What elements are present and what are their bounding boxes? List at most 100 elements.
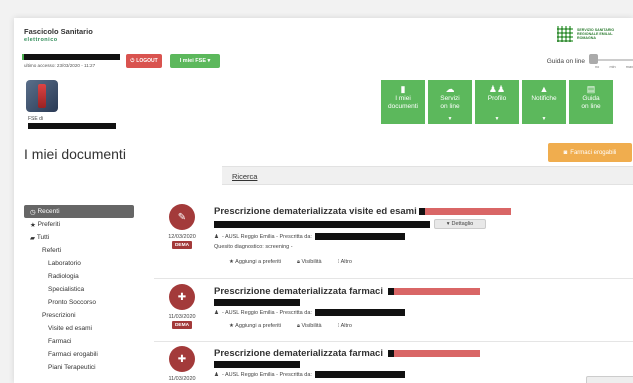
medkit-icon: ✚	[169, 346, 195, 372]
search-link[interactable]: Ricerca	[232, 172, 257, 181]
guida-slider-track	[593, 59, 633, 61]
caret-down-icon: ▼	[541, 116, 547, 122]
add-favorite-action[interactable]: ★ Aggiungi a preferiti	[229, 259, 281, 266]
clock-icon: ◷	[30, 208, 38, 216]
tile-label: on line	[581, 102, 601, 110]
document-meta-text: - AUSL Reggio Emilia - Prescritta da:	[221, 371, 312, 378]
syringe-icon: ✎	[169, 204, 195, 230]
action-label: Visibilità	[301, 323, 322, 329]
sidebar-item-laboratorio[interactable]: Laboratorio	[24, 257, 134, 270]
dema-badge: DEMA	[172, 241, 192, 249]
main-nav-tiles: ▮ I miei documenti ☁ Servizi on line ▼ ♟…	[381, 80, 613, 124]
partial-button[interactable]	[586, 376, 633, 383]
document-icon: ▮	[400, 84, 406, 94]
guida-tick: max	[625, 65, 633, 69]
document-title[interactable]: Prescrizione dematerializzata farmaci	[214, 286, 383, 297]
sidebar-item-preferiti[interactable]: ★ Preferiti	[24, 218, 134, 231]
tile-guida[interactable]: ▤ Guida on line	[569, 80, 613, 124]
document-item: ✚ 11/03/2020 Prescrizione dematerializza…	[154, 346, 633, 383]
document-meta-text: - AUSL Reggio Emilia - Prescritta da:	[221, 233, 312, 240]
document-code-redacted	[388, 350, 480, 357]
visibility-action[interactable]: 🔒︎ Visibilità	[297, 259, 322, 266]
dettaglio-label: Dettaglio	[451, 221, 474, 227]
avatar[interactable]	[26, 80, 58, 112]
document-title[interactable]: Prescrizione dematerializzata visite ed …	[214, 206, 417, 217]
document-separator	[154, 278, 633, 279]
user-icon: ♟	[214, 233, 219, 240]
sidebar-item-label: Recenti	[37, 208, 60, 215]
sidebar-item-label: Tutti	[36, 234, 50, 241]
document-date: 11/03/2020	[168, 376, 196, 382]
document-date: 11/03/2020	[168, 314, 196, 320]
action-label: Visibilità	[301, 259, 322, 265]
dettaglio-button[interactable]: ▾ Dettaglio	[434, 219, 486, 229]
medkit-icon: ✚	[169, 284, 195, 310]
document-separator	[154, 341, 633, 342]
brand-logo: Fascicolo Sanitario elettronico	[24, 27, 93, 43]
sidebar-item-label: Preferiti	[37, 221, 61, 228]
logout-button[interactable]: ⏻ LOGOUT	[126, 54, 162, 68]
prescriber-redacted	[314, 233, 405, 240]
sidebar-item-referti[interactable]: Referti	[24, 244, 134, 257]
bell-icon: ▲	[539, 84, 549, 94]
cloud-icon: ☁	[445, 84, 455, 94]
farmaci-erogabili-button[interactable]: ◙ Farmaci erogabili	[548, 143, 632, 162]
sidebar-item-prescrizioni[interactable]: Prescrizioni	[24, 309, 134, 322]
caret-down-icon: ▾	[446, 221, 450, 227]
guida-online-control: Guida on line no min max	[547, 54, 633, 69]
sidebar-item-farmaci[interactable]: Farmaci	[24, 335, 134, 348]
document-detail-redacted	[214, 361, 300, 368]
region-logo-icon	[557, 26, 573, 42]
sidebar-item-piani-terapeutici[interactable]: Piani Terapeutici	[24, 361, 134, 374]
document-meta: ♟ - AUSL Reggio Emilia - Prescritta da:	[214, 233, 405, 240]
my-fse-dropdown-button[interactable]: I miei FSE ▾	[170, 54, 220, 68]
sidebar-item-pronto-soccorso[interactable]: Pronto Soccorso	[24, 296, 134, 309]
star-icon: ★	[30, 221, 38, 229]
camera-icon: ◙	[563, 149, 568, 156]
fse-page: Fascicolo Sanitario elettronico SERVIZIO…	[14, 18, 633, 383]
document-actions: ★ Aggiungi a preferiti 🔒︎ Visibilità ⁝ A…	[229, 259, 352, 266]
guida-slider[interactable]: no min max	[589, 54, 633, 69]
more-action[interactable]: ⁝ Altro	[338, 323, 352, 330]
add-favorite-action[interactable]: ★ Aggiungi a preferiti	[229, 323, 281, 330]
page-title: I miei documenti	[24, 146, 126, 162]
sidebar-item-radiologia[interactable]: Radiologia	[24, 270, 134, 283]
user-name-redacted	[24, 54, 120, 60]
tile-servizi[interactable]: ☁ Servizi on line ▼	[428, 80, 472, 124]
document-date: 12/03/2020	[168, 234, 196, 240]
tile-label: Guida	[582, 95, 600, 102]
sidebar-item-visite-ed-esami[interactable]: Visite ed esami	[24, 322, 134, 335]
tile-label: documenti	[388, 102, 418, 110]
users-icon: ♟♟	[488, 84, 506, 94]
sidebar-item-recenti[interactable]: ◷ Recenti	[24, 205, 134, 218]
sidebar: ◷ Recenti ★ Preferiti ▰ Tutti Referti La…	[24, 205, 134, 374]
document-title[interactable]: Prescrizione dematerializzata farmaci	[214, 348, 383, 359]
caret-down-icon: ▼	[494, 116, 500, 122]
action-label: Aggiungi a preferiti	[235, 323, 282, 329]
document-meta: ♟ - AUSL Reggio Emilia - Prescritta da:	[214, 371, 405, 378]
sidebar-item-tutti[interactable]: ▰ Tutti	[24, 231, 134, 244]
fse-owner-name-redacted	[28, 123, 116, 129]
more-action[interactable]: ⁝ Altro	[338, 259, 352, 266]
folder-open-icon: ▰	[30, 234, 37, 242]
visibility-action[interactable]: 🔒︎ Visibilità	[297, 323, 322, 330]
user-icon: ♟	[214, 309, 219, 316]
document-actions: ★ Aggiungi a preferiti 🔒︎ Visibilità ⁝ A…	[229, 323, 352, 330]
tile-profilo[interactable]: ♟♟ Profilo ▼	[475, 80, 519, 124]
guide-icon: ▤	[586, 84, 596, 94]
document-item: ✚ 11/03/2020 DEMA Prescrizione demateria…	[154, 284, 633, 354]
document-diagnosis: Quesito diagnostico: screening -	[214, 244, 293, 250]
guida-tick: no	[595, 65, 600, 69]
tile-label: Profilo	[487, 95, 507, 102]
sidebar-item-farmaci-erogabili[interactable]: Farmaci erogabili	[24, 348, 134, 361]
action-label: Altro	[340, 259, 352, 265]
guida-slider-thumb[interactable]	[589, 54, 598, 64]
tile-documenti[interactable]: ▮ I miei documenti	[381, 80, 425, 124]
guida-slider-ticks: no min max	[595, 65, 633, 69]
tile-label: Servizi	[440, 95, 460, 102]
tile-notifiche[interactable]: ▲ Notifiche ▼	[522, 80, 566, 124]
search-bar: Ricerca	[222, 166, 633, 185]
sidebar-item-specialistica[interactable]: Specialistica	[24, 283, 134, 296]
document-item: ✎ 12/03/2020 DEMA Prescrizione demateria…	[154, 204, 633, 274]
tile-label: on line	[440, 102, 460, 110]
